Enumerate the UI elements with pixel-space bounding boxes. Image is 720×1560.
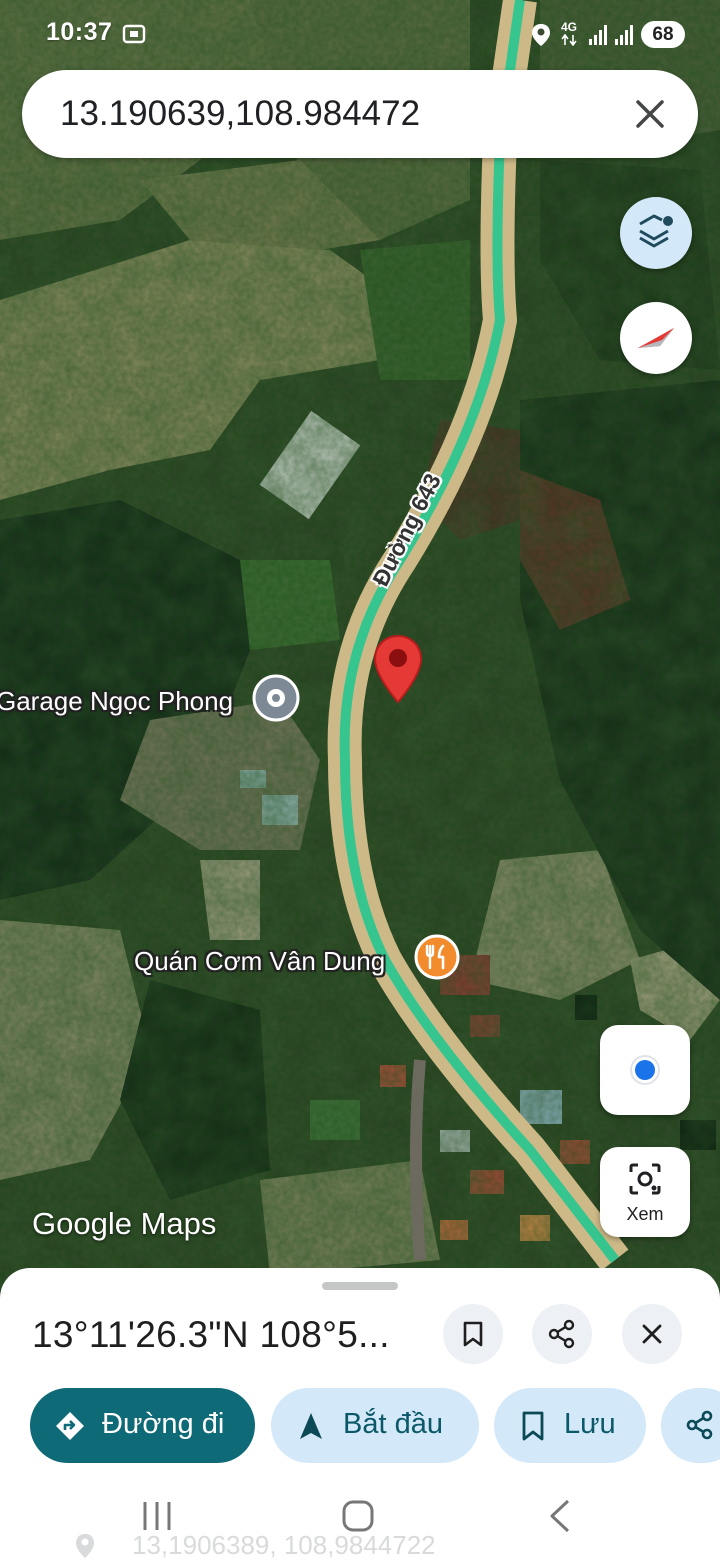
share-button[interactable] (532, 1304, 592, 1364)
lens-label: Xem (626, 1204, 664, 1224)
search-bar[interactable]: 13.190639,108.984472 (22, 70, 698, 158)
bookmark-icon (522, 1411, 544, 1441)
system-nav-bar (0, 1488, 720, 1560)
directions-label: Đường đi (102, 1408, 225, 1440)
status-time: 10:37 (46, 18, 113, 46)
save-button[interactable]: Lưu (494, 1388, 646, 1463)
share-icon (548, 1319, 575, 1349)
restaurant-icon[interactable] (414, 934, 460, 980)
share-icon (686, 1410, 713, 1440)
action-chips: Đường đi Bắt đầu Lưu (0, 1388, 720, 1464)
directions-icon (56, 1412, 84, 1440)
save-label: Lưu (564, 1408, 616, 1440)
location-status-icon (532, 24, 550, 46)
place-label-garage[interactable]: Garage Ngọc Phong (0, 686, 233, 717)
close-sheet-button[interactable] (622, 1304, 682, 1364)
place-label-restaurant[interactable]: Quán Cơm Vân Dung (134, 946, 385, 977)
my-location-button[interactable] (600, 1025, 690, 1115)
screenshot-icon (122, 24, 146, 44)
layers-button[interactable] (620, 197, 692, 269)
compass-icon (638, 328, 674, 348)
google-maps-watermark: Google Maps (32, 1206, 217, 1241)
data-arrows-icon (561, 34, 577, 46)
start-button[interactable]: Bắt đầu (271, 1388, 479, 1463)
battery-level: 68 (641, 21, 685, 48)
start-label: Bắt đầu (343, 1408, 443, 1440)
directions-button[interactable]: Đường đi (30, 1388, 255, 1463)
compass-button[interactable] (620, 302, 692, 374)
recent-apps-icon[interactable] (140, 1500, 174, 1532)
layers-icon (639, 214, 673, 248)
close-icon (642, 1324, 662, 1344)
share-chip[interactable] (661, 1388, 720, 1463)
save-bookmark-button[interactable] (443, 1304, 503, 1364)
drag-handle[interactable] (322, 1282, 398, 1290)
my-location-icon (630, 1055, 660, 1085)
location-pin-icon[interactable] (373, 634, 423, 704)
network-type: 4G (561, 20, 578, 34)
lens-view-button[interactable]: Xem (600, 1147, 690, 1237)
search-input[interactable]: 13.190639,108.984472 (60, 94, 420, 134)
garage-pin-icon[interactable] (251, 674, 301, 726)
navigation-arrow-icon (300, 1413, 322, 1439)
clear-search-icon[interactable] (628, 92, 672, 136)
signal-icon-1 (589, 25, 607, 45)
back-icon[interactable] (546, 1498, 574, 1534)
signal-icon-2 (615, 25, 633, 45)
status-bar: 10:37 4G 68 (0, 0, 720, 68)
camera-lens-icon (629, 1163, 661, 1195)
bookmark-icon (463, 1321, 483, 1347)
home-icon[interactable] (341, 1499, 375, 1533)
coordinates-title: 13°11'26.3"N 108°5... (32, 1314, 390, 1355)
